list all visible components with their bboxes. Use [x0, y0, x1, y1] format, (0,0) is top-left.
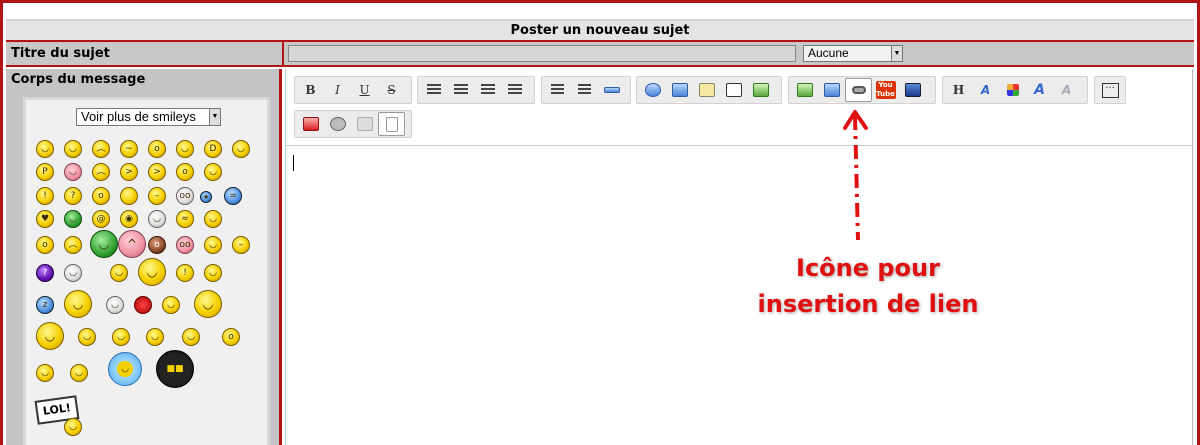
- arrow-shaft: [853, 115, 860, 241]
- annotation-text: Icône pour insertion de lien: [757, 254, 979, 318]
- annotation-arrow: [843, 110, 868, 241]
